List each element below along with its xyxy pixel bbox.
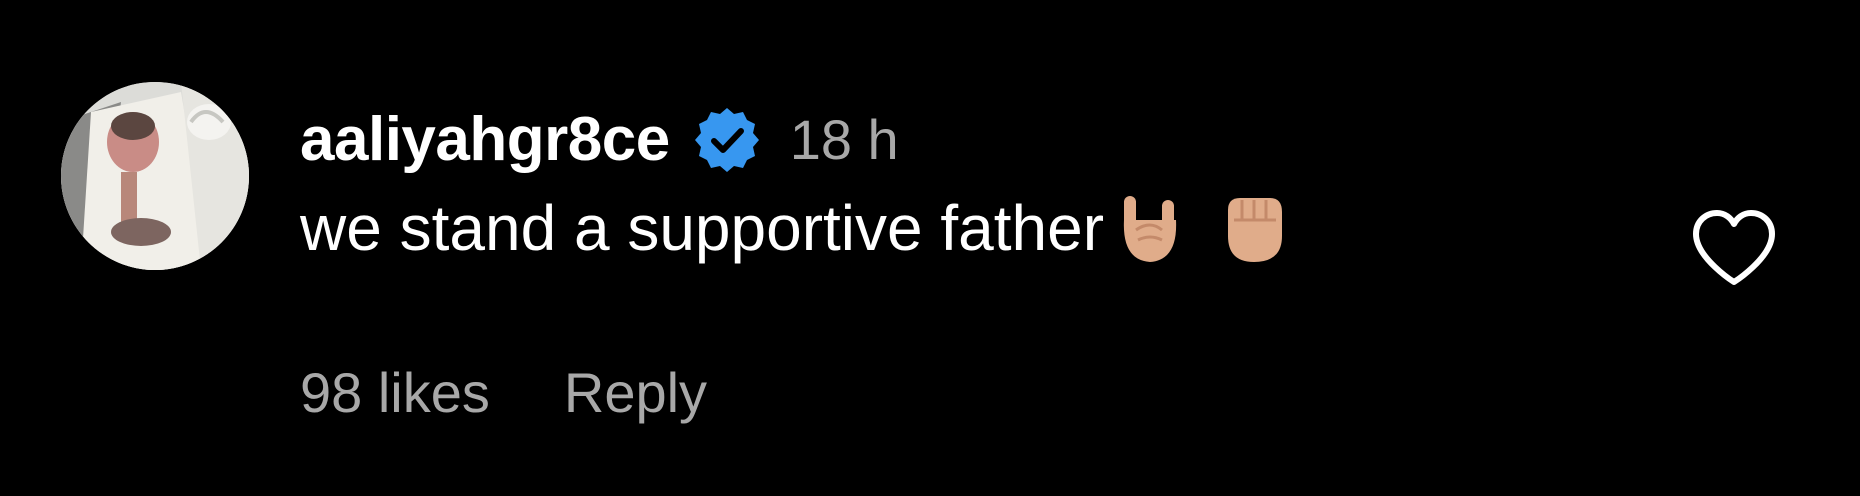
comment-text-row: we stand a supportive father <box>300 190 1600 266</box>
sign-of-horns-emoji-icon <box>1116 190 1184 266</box>
verified-badge-icon <box>692 105 762 175</box>
avatar[interactable] <box>61 82 249 270</box>
reply-button[interactable]: Reply <box>564 360 707 425</box>
comment-text: we stand a supportive father <box>300 191 1105 264</box>
raised-fist-emoji-icon <box>1220 190 1288 266</box>
heart-outline-icon[interactable] <box>1690 208 1778 288</box>
avatar-photo <box>61 82 249 270</box>
timestamp: 18 h <box>789 108 899 171</box>
likes-count[interactable]: 98 likes <box>300 360 490 425</box>
username[interactable]: aaliyahgr8ce <box>300 109 670 171</box>
comment-item: aaliyahgr8ce 18 h we stand a supportive … <box>0 0 1860 496</box>
